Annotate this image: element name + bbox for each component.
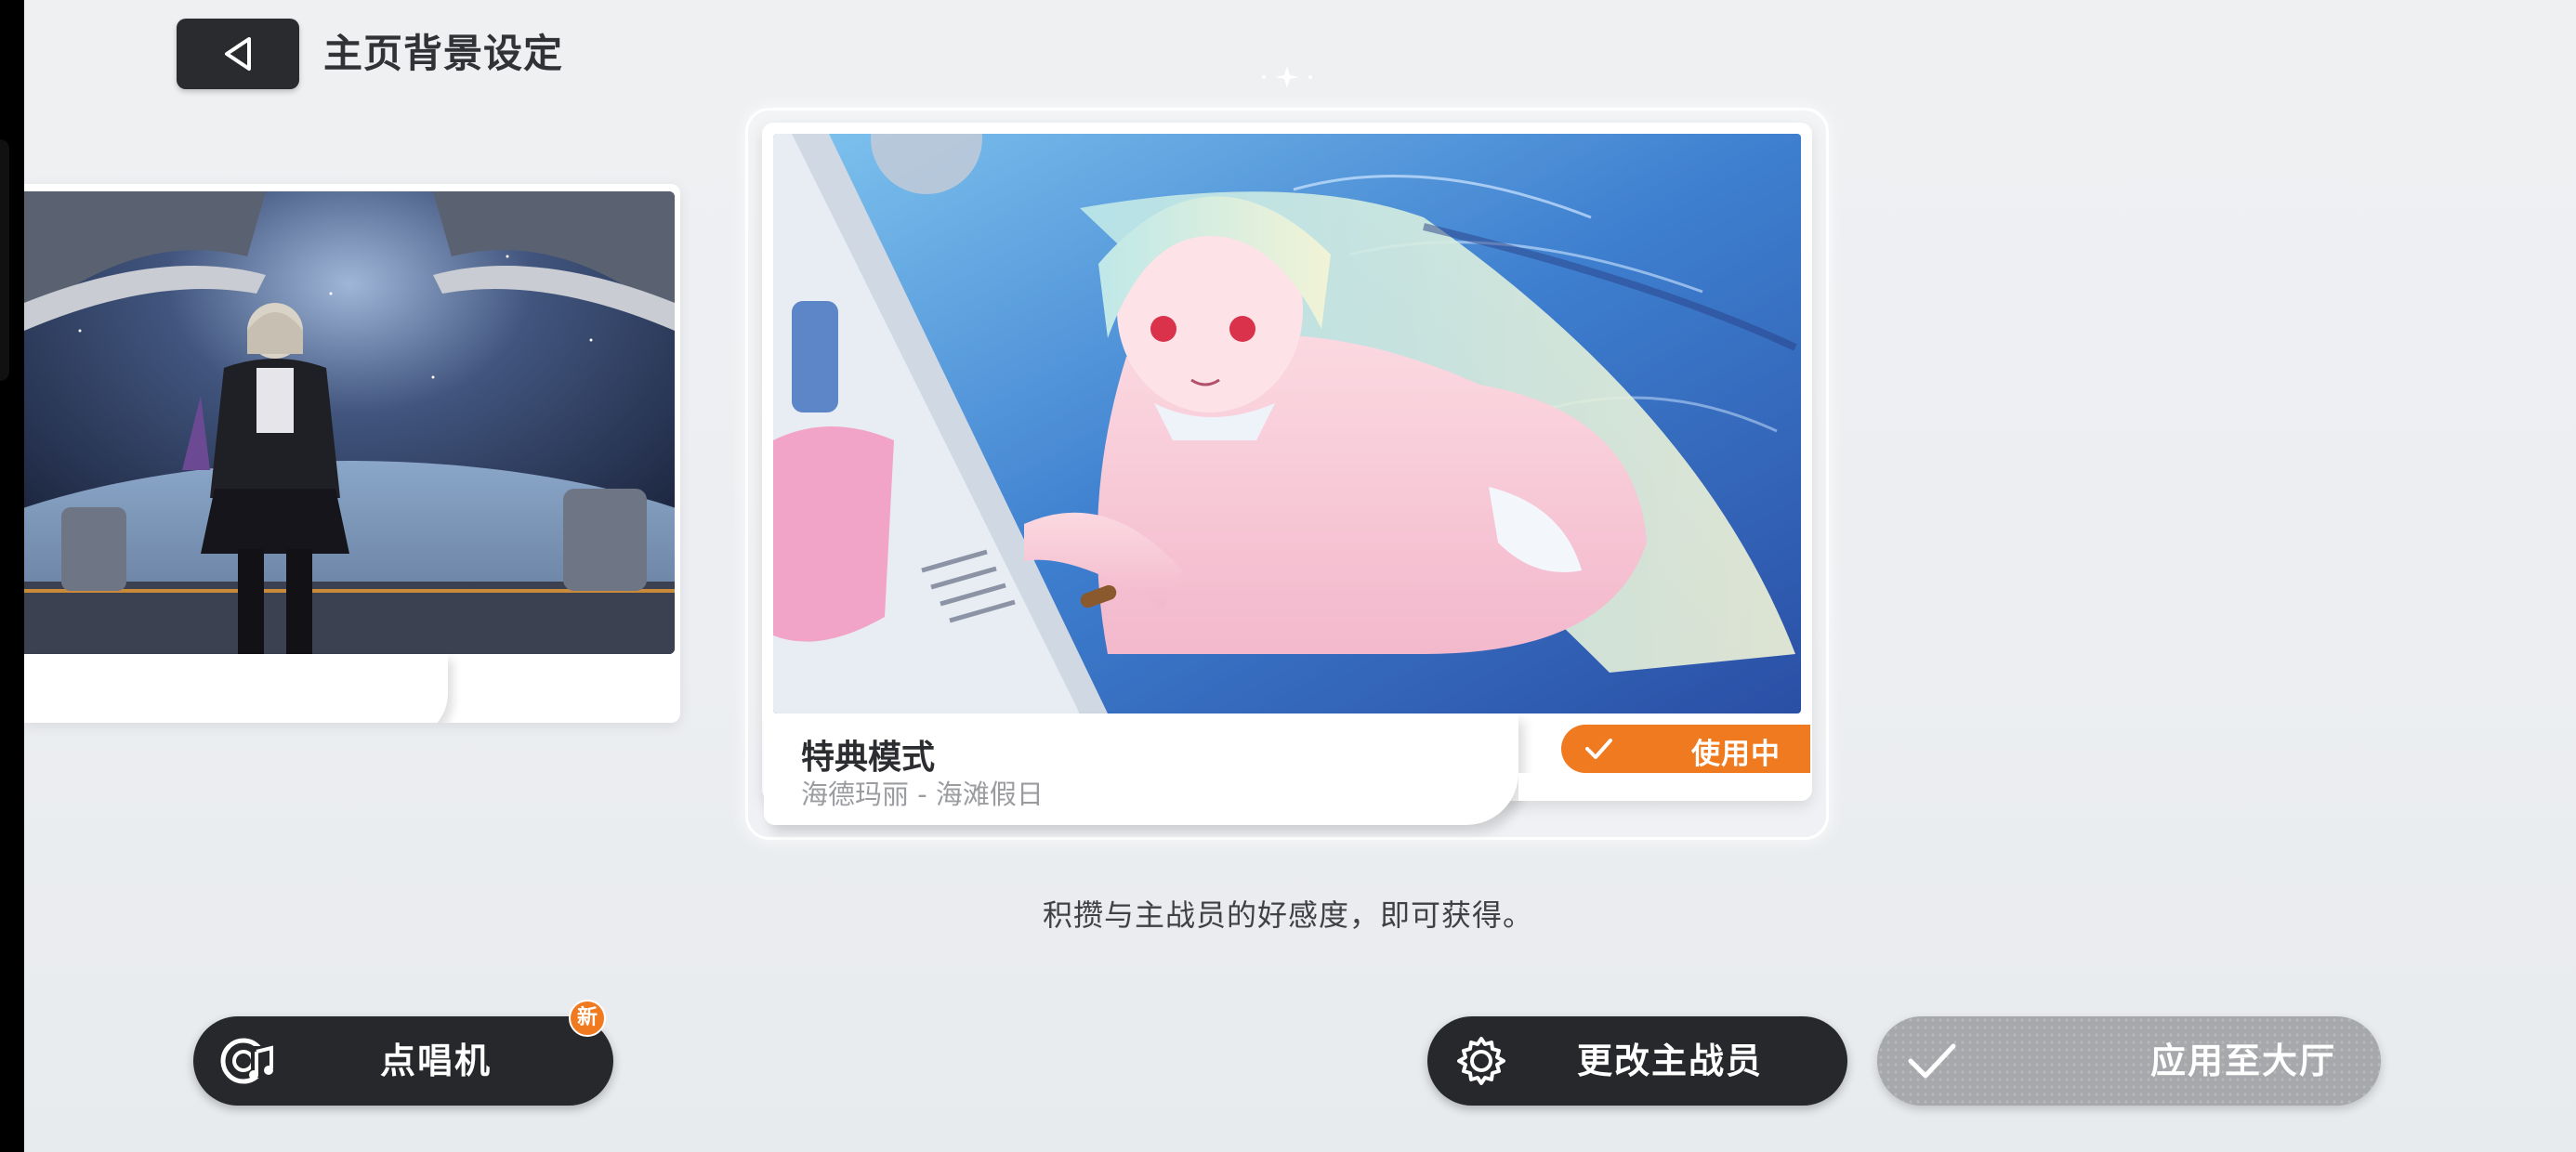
status-label: 使用中 xyxy=(1691,738,1781,771)
background-option-label-tab xyxy=(24,654,448,723)
jukebox-label: 点唱机 xyxy=(379,1041,492,1081)
sparkle-decoration xyxy=(1262,66,1312,88)
background-option-card-space[interactable] xyxy=(24,184,680,723)
new-badge: 新 xyxy=(569,1000,606,1037)
background-description: 海德玛丽 - 海滩假日 xyxy=(801,779,1044,810)
status-badge-in-use: 使用中 xyxy=(1561,725,1810,773)
unlock-hint: 积攒与主战员的好感度，即可获得。 xyxy=(1042,897,1533,933)
beach-holiday-illustration xyxy=(773,134,1801,713)
space-station-illustration xyxy=(24,191,675,654)
apply-to-lobby-label: 应用至大厅 xyxy=(2149,1041,2336,1081)
back-button[interactable] xyxy=(177,19,299,89)
page-title: 主页背景设定 xyxy=(323,31,564,76)
check-icon xyxy=(1580,730,1617,767)
back-triangle-icon xyxy=(225,37,251,71)
background-mode-label: 特典模式 xyxy=(801,739,936,777)
music-disc-icon xyxy=(219,1033,275,1089)
background-preview-beach-holiday xyxy=(773,134,1801,713)
status-strip xyxy=(1518,773,1810,801)
check-icon xyxy=(1903,1033,1959,1089)
change-main-operator-button[interactable]: 更改主战员 xyxy=(1427,1016,1847,1106)
background-preview-space-station xyxy=(24,191,675,654)
apply-to-lobby-button[interactable]: 应用至大厅 xyxy=(1877,1016,2381,1106)
change-main-operator-label: 更改主战员 xyxy=(1576,1041,1763,1081)
jukebox-button[interactable]: 点唱机 xyxy=(193,1016,613,1106)
gear-icon xyxy=(1453,1033,1509,1089)
screen-notch xyxy=(0,139,9,381)
selected-background-caption: 特典模式 海德玛丽 - 海滩假日 xyxy=(764,713,1518,825)
